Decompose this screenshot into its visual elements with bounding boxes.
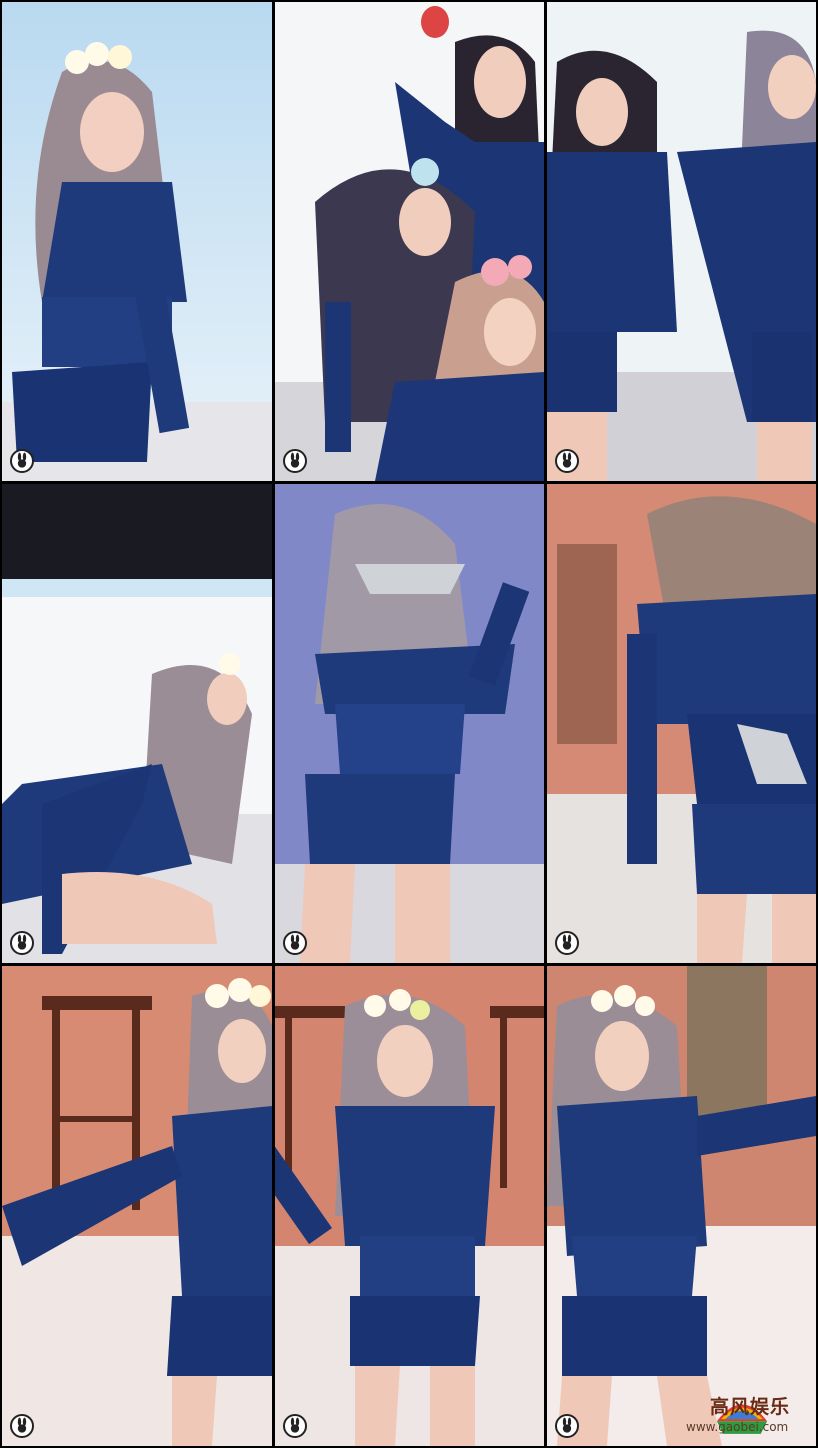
rabbit-badge-icon bbox=[10, 931, 34, 955]
rabbit-badge-icon bbox=[283, 449, 307, 473]
rabbit-badge-icon bbox=[555, 931, 579, 955]
rabbit-badge-icon bbox=[555, 449, 579, 473]
photo-panel-7 bbox=[2, 966, 272, 1446]
photo-panel-1 bbox=[2, 2, 272, 481]
rabbit-badge-icon bbox=[10, 449, 34, 473]
photo-panel-8 bbox=[275, 966, 544, 1446]
watermark-title: 高风娱乐 bbox=[710, 1396, 791, 1418]
photo-panel-3 bbox=[547, 2, 816, 481]
watermark-url: www.gaobei.com bbox=[686, 1420, 789, 1434]
site-watermark: 高风娱乐 www.gaobei.com bbox=[682, 1392, 802, 1438]
rabbit-badge-icon bbox=[10, 1414, 34, 1438]
photo-collage: 高风娱乐 www.gaobei.com bbox=[0, 0, 818, 1448]
photo-panel-9: 高风娱乐 www.gaobei.com bbox=[547, 966, 816, 1446]
photo-panel-4 bbox=[2, 484, 272, 963]
photo-panel-2 bbox=[275, 2, 544, 481]
photo-panel-5 bbox=[275, 484, 544, 963]
rabbit-badge-icon bbox=[283, 1414, 307, 1438]
photo-panel-6 bbox=[547, 484, 816, 963]
rabbit-badge-icon bbox=[555, 1414, 579, 1438]
rabbit-badge-icon bbox=[283, 931, 307, 955]
